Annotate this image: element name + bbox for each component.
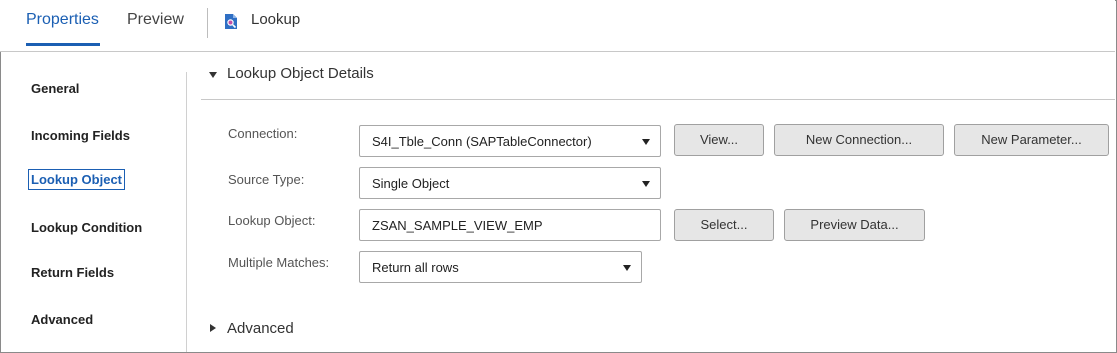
select-object-button[interactable]: Select...	[674, 209, 774, 241]
top-tab-bar: Properties Preview Lookup	[0, 0, 1115, 52]
chevron-down-icon	[623, 265, 631, 271]
tab-preview[interactable]: Preview	[127, 11, 184, 29]
tab-properties[interactable]: Properties	[26, 11, 99, 29]
multiple-matches-label: Multiple Matches:	[228, 255, 330, 270]
sidebar-item-general[interactable]: General	[31, 81, 79, 96]
preview-data-button[interactable]: Preview Data...	[784, 209, 925, 241]
active-tab-underline	[26, 43, 100, 46]
caret-right-icon	[210, 324, 216, 332]
sidebar-item-lookup-object[interactable]: Lookup Object	[28, 169, 125, 190]
lookup-object-field[interactable]: ZSAN_SAMPLE_VIEW_EMP	[359, 209, 661, 241]
view-connection-button[interactable]: View...	[674, 124, 764, 156]
sidebar: General Incoming Fields Lookup Object Lo…	[0, 52, 186, 352]
sidebar-item-incoming-fields[interactable]: Incoming Fields	[31, 128, 130, 143]
section-title: Lookup Object Details	[227, 65, 374, 82]
lookup-object-value: ZSAN_SAMPLE_VIEW_EMP	[372, 218, 543, 233]
lookup-object-details-header[interactable]: Lookup Object Details	[201, 56, 1115, 100]
lookup-transformation-icon	[223, 13, 239, 30]
new-parameter-button[interactable]: New Parameter...	[954, 124, 1109, 156]
multiple-matches-select[interactable]: Return all rows	[359, 251, 642, 283]
new-connection-button[interactable]: New Connection...	[774, 124, 944, 156]
source-type-label: Source Type:	[228, 172, 305, 187]
connection-select[interactable]: S4I_Tble_Conn (SAPTableConnector)	[359, 125, 661, 157]
lookup-object-label: Lookup Object:	[228, 213, 316, 228]
sidebar-item-lookup-condition[interactable]: Lookup Condition	[31, 220, 142, 235]
multiple-matches-value: Return all rows	[372, 260, 459, 275]
source-type-select[interactable]: Single Object	[359, 167, 661, 199]
connection-label: Connection:	[228, 126, 298, 141]
transformation-title: Lookup	[251, 11, 301, 28]
sidebar-item-return-fields[interactable]: Return Fields	[31, 265, 114, 280]
caret-down-icon	[209, 72, 217, 78]
sidebar-divider	[186, 72, 187, 352]
connection-value: S4I_Tble_Conn (SAPTableConnector)	[372, 134, 592, 149]
chevron-down-icon	[642, 181, 650, 187]
source-type-value: Single Object	[372, 176, 450, 191]
chevron-down-icon	[642, 139, 650, 145]
tab-separator	[207, 8, 208, 38]
advanced-section-label: Advanced	[227, 320, 294, 337]
sidebar-item-advanced[interactable]: Advanced	[31, 312, 93, 327]
